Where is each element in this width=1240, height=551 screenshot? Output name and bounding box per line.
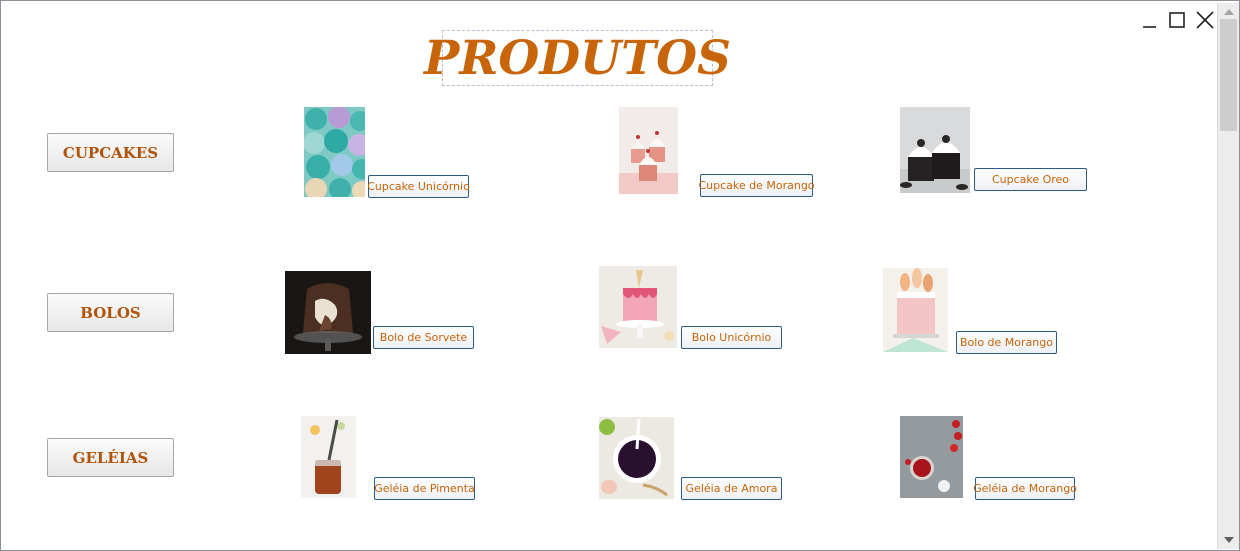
scroll-up-icon[interactable]	[1224, 9, 1234, 15]
geleia-morango-image	[900, 416, 963, 498]
page-title: PRODUTOS	[424, 30, 731, 86]
vertical-scrollbar[interactable]	[1217, 3, 1239, 549]
bolo-morango-image	[883, 268, 948, 352]
product-button-geleia-amora[interactable]: Geléia de Amora	[681, 477, 782, 500]
product-button-geleia-pimenta[interactable]: Geléia de Pimenta	[374, 477, 475, 500]
maximize-icon[interactable]	[1166, 9, 1188, 31]
cupcake-unicornio-image	[304, 107, 365, 197]
category-button-geleias[interactable]: GELÉIAS	[47, 438, 174, 477]
bolo-unicornio-image	[599, 266, 677, 348]
minimize-icon[interactable]	[1139, 9, 1161, 31]
app-window: PRODUTOS CUPCAKES BOLOS GELÉIAS Cupcake …	[0, 0, 1240, 551]
geleia-pimenta-image	[301, 416, 356, 498]
product-button-bolo-morango[interactable]: Bolo de Morango	[956, 331, 1057, 354]
scroll-down-icon[interactable]	[1224, 537, 1234, 543]
product-button-cupcake-morango[interactable]: Cupcake de Morango	[698, 174, 815, 197]
product-button-cupcake-oreo[interactable]: Cupcake Oreo	[974, 168, 1087, 191]
product-button-bolo-unicornio[interactable]: Bolo Unicórnio	[681, 326, 782, 349]
scrollbar-thumb[interactable]	[1220, 19, 1237, 131]
product-button-geleia-morango[interactable]: Geléia de Morango	[973, 477, 1077, 500]
cupcake-oreo-image	[900, 107, 970, 193]
category-button-bolos[interactable]: BOLOS	[47, 293, 174, 332]
product-button-cupcake-unicornio[interactable]: Cupcake Unicórnio	[367, 175, 470, 198]
cupcake-morango-image	[619, 107, 678, 194]
category-button-cupcakes[interactable]: CUPCAKES	[47, 133, 174, 172]
product-button-bolo-sorvete[interactable]: Bolo de Sorvete	[373, 326, 474, 349]
geleia-amora-image	[599, 417, 674, 499]
bolo-sorvete-image	[285, 271, 371, 354]
close-icon[interactable]	[1194, 9, 1216, 31]
title-container: PRODUTOS	[424, 30, 731, 86]
